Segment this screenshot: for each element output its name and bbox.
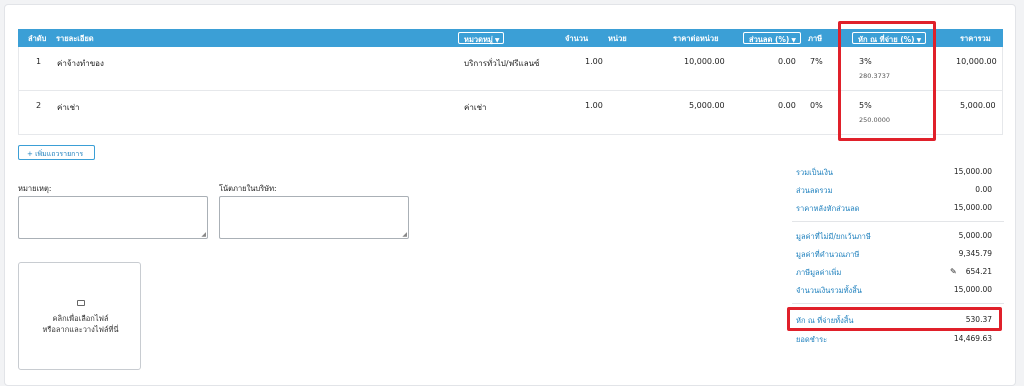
header-detail: รายละเอียด xyxy=(56,34,94,43)
row-qty[interactable]: 1.00 xyxy=(585,57,603,66)
withholding-column-highlight xyxy=(838,21,936,141)
row-category[interactable]: บริการทั่วไป/ฟรีแลนซ์ xyxy=(464,57,540,70)
vatable-label: มูลค่าที่คำนวณภาษี xyxy=(796,250,860,259)
row-tax[interactable]: 0% xyxy=(810,101,823,110)
summary-divider xyxy=(792,303,1004,304)
row-total: 5,000.00 xyxy=(960,101,996,110)
resize-grip-icon[interactable]: ◢ xyxy=(402,231,407,238)
row-discount[interactable]: 0.00 xyxy=(778,57,796,66)
row-detail[interactable]: ค่าเช่า xyxy=(57,101,80,114)
category-header-label: หมวดหมู่ xyxy=(464,35,493,44)
non-vat-value: 5,000.00 xyxy=(958,231,992,240)
subtotal-value: 15,000.00 xyxy=(953,167,992,176)
chevron-down-icon: ▼ xyxy=(791,37,796,44)
row-tax[interactable]: 7% xyxy=(810,57,823,66)
header-unit-price: ราคาต่อหน่วย xyxy=(673,34,719,43)
row-detail[interactable]: ค่าจ้างทำของ xyxy=(57,57,104,70)
row-seq: 1 xyxy=(36,57,42,66)
row-category[interactable]: ค่าเช่า xyxy=(464,101,487,114)
internal-note-textarea[interactable]: ◢ xyxy=(219,196,409,239)
vat-value: 654.21 xyxy=(965,267,992,276)
discount-total-label: ส่วนลดรวม xyxy=(796,186,833,195)
image-icon xyxy=(77,300,85,306)
chevron-down-icon: ▼ xyxy=(494,37,500,44)
internal-note-label: โน้ตภายในบริษัท: xyxy=(219,184,277,193)
row-total: 10,000.00 xyxy=(956,57,997,66)
summary-divider xyxy=(792,221,1004,222)
header-unit: หน่วย xyxy=(608,34,627,43)
vatable-value: 9,345.79 xyxy=(958,249,992,258)
grand-total-value: 15,000.00 xyxy=(953,285,992,294)
after-discount-value: 15,000.00 xyxy=(953,203,992,212)
row-unit-price[interactable]: 5,000.00 xyxy=(689,101,725,110)
vat-label: ภาษีมูลค่าเพิ่ม xyxy=(796,268,842,277)
row-discount[interactable]: 0.00 xyxy=(778,101,796,110)
grand-total-label: จำนวนเงินรวมทั้งสิ้น xyxy=(796,286,862,295)
withholding-total-highlight xyxy=(787,307,1002,331)
category-header-select[interactable]: หมวดหมู่ ▼ xyxy=(458,32,505,44)
after-discount-label: ราคาหลังหักส่วนลด xyxy=(796,204,860,213)
resize-grip-icon[interactable]: ◢ xyxy=(201,231,206,238)
discount-header-label: ส่วนลด (%) xyxy=(749,35,790,44)
subtotal-label: รวมเป็นเงิน xyxy=(796,168,833,177)
row-unit-price[interactable]: 10,000.00 xyxy=(684,57,725,66)
remark-label: หมายเหตุ: xyxy=(18,184,52,193)
header-total: ราคารวม xyxy=(960,34,991,43)
non-vat-label: มูลค่าที่ไม่มี/ยกเว้นภาษี xyxy=(796,232,871,241)
discount-header-select[interactable]: ส่วนลด (%) ▼ xyxy=(743,32,801,44)
dropzone-line2: หรือลากและวางไฟล์ที่นี่ xyxy=(42,325,119,334)
add-row-button[interactable]: + เพิ่มแถวรายการ xyxy=(18,145,95,160)
remark-textarea[interactable]: ◢ xyxy=(18,196,208,239)
payable-value: 14,469.63 xyxy=(953,334,992,343)
pencil-icon[interactable]: ✎ xyxy=(950,267,957,276)
header-seq: ลำดับ xyxy=(28,34,47,43)
row-qty[interactable]: 1.00 xyxy=(585,101,603,110)
row-seq: 2 xyxy=(36,101,42,110)
discount-total-value: 0.00 xyxy=(975,185,992,194)
header-tax: ภาษี xyxy=(808,34,823,43)
file-dropzone[interactable]: คลิกเพื่อเลือกไฟล์ หรือลากและวางไฟล์ที่น… xyxy=(18,262,141,370)
payable-label: ยอดชำระ xyxy=(796,335,828,344)
header-qty: จำนวน xyxy=(565,34,589,43)
